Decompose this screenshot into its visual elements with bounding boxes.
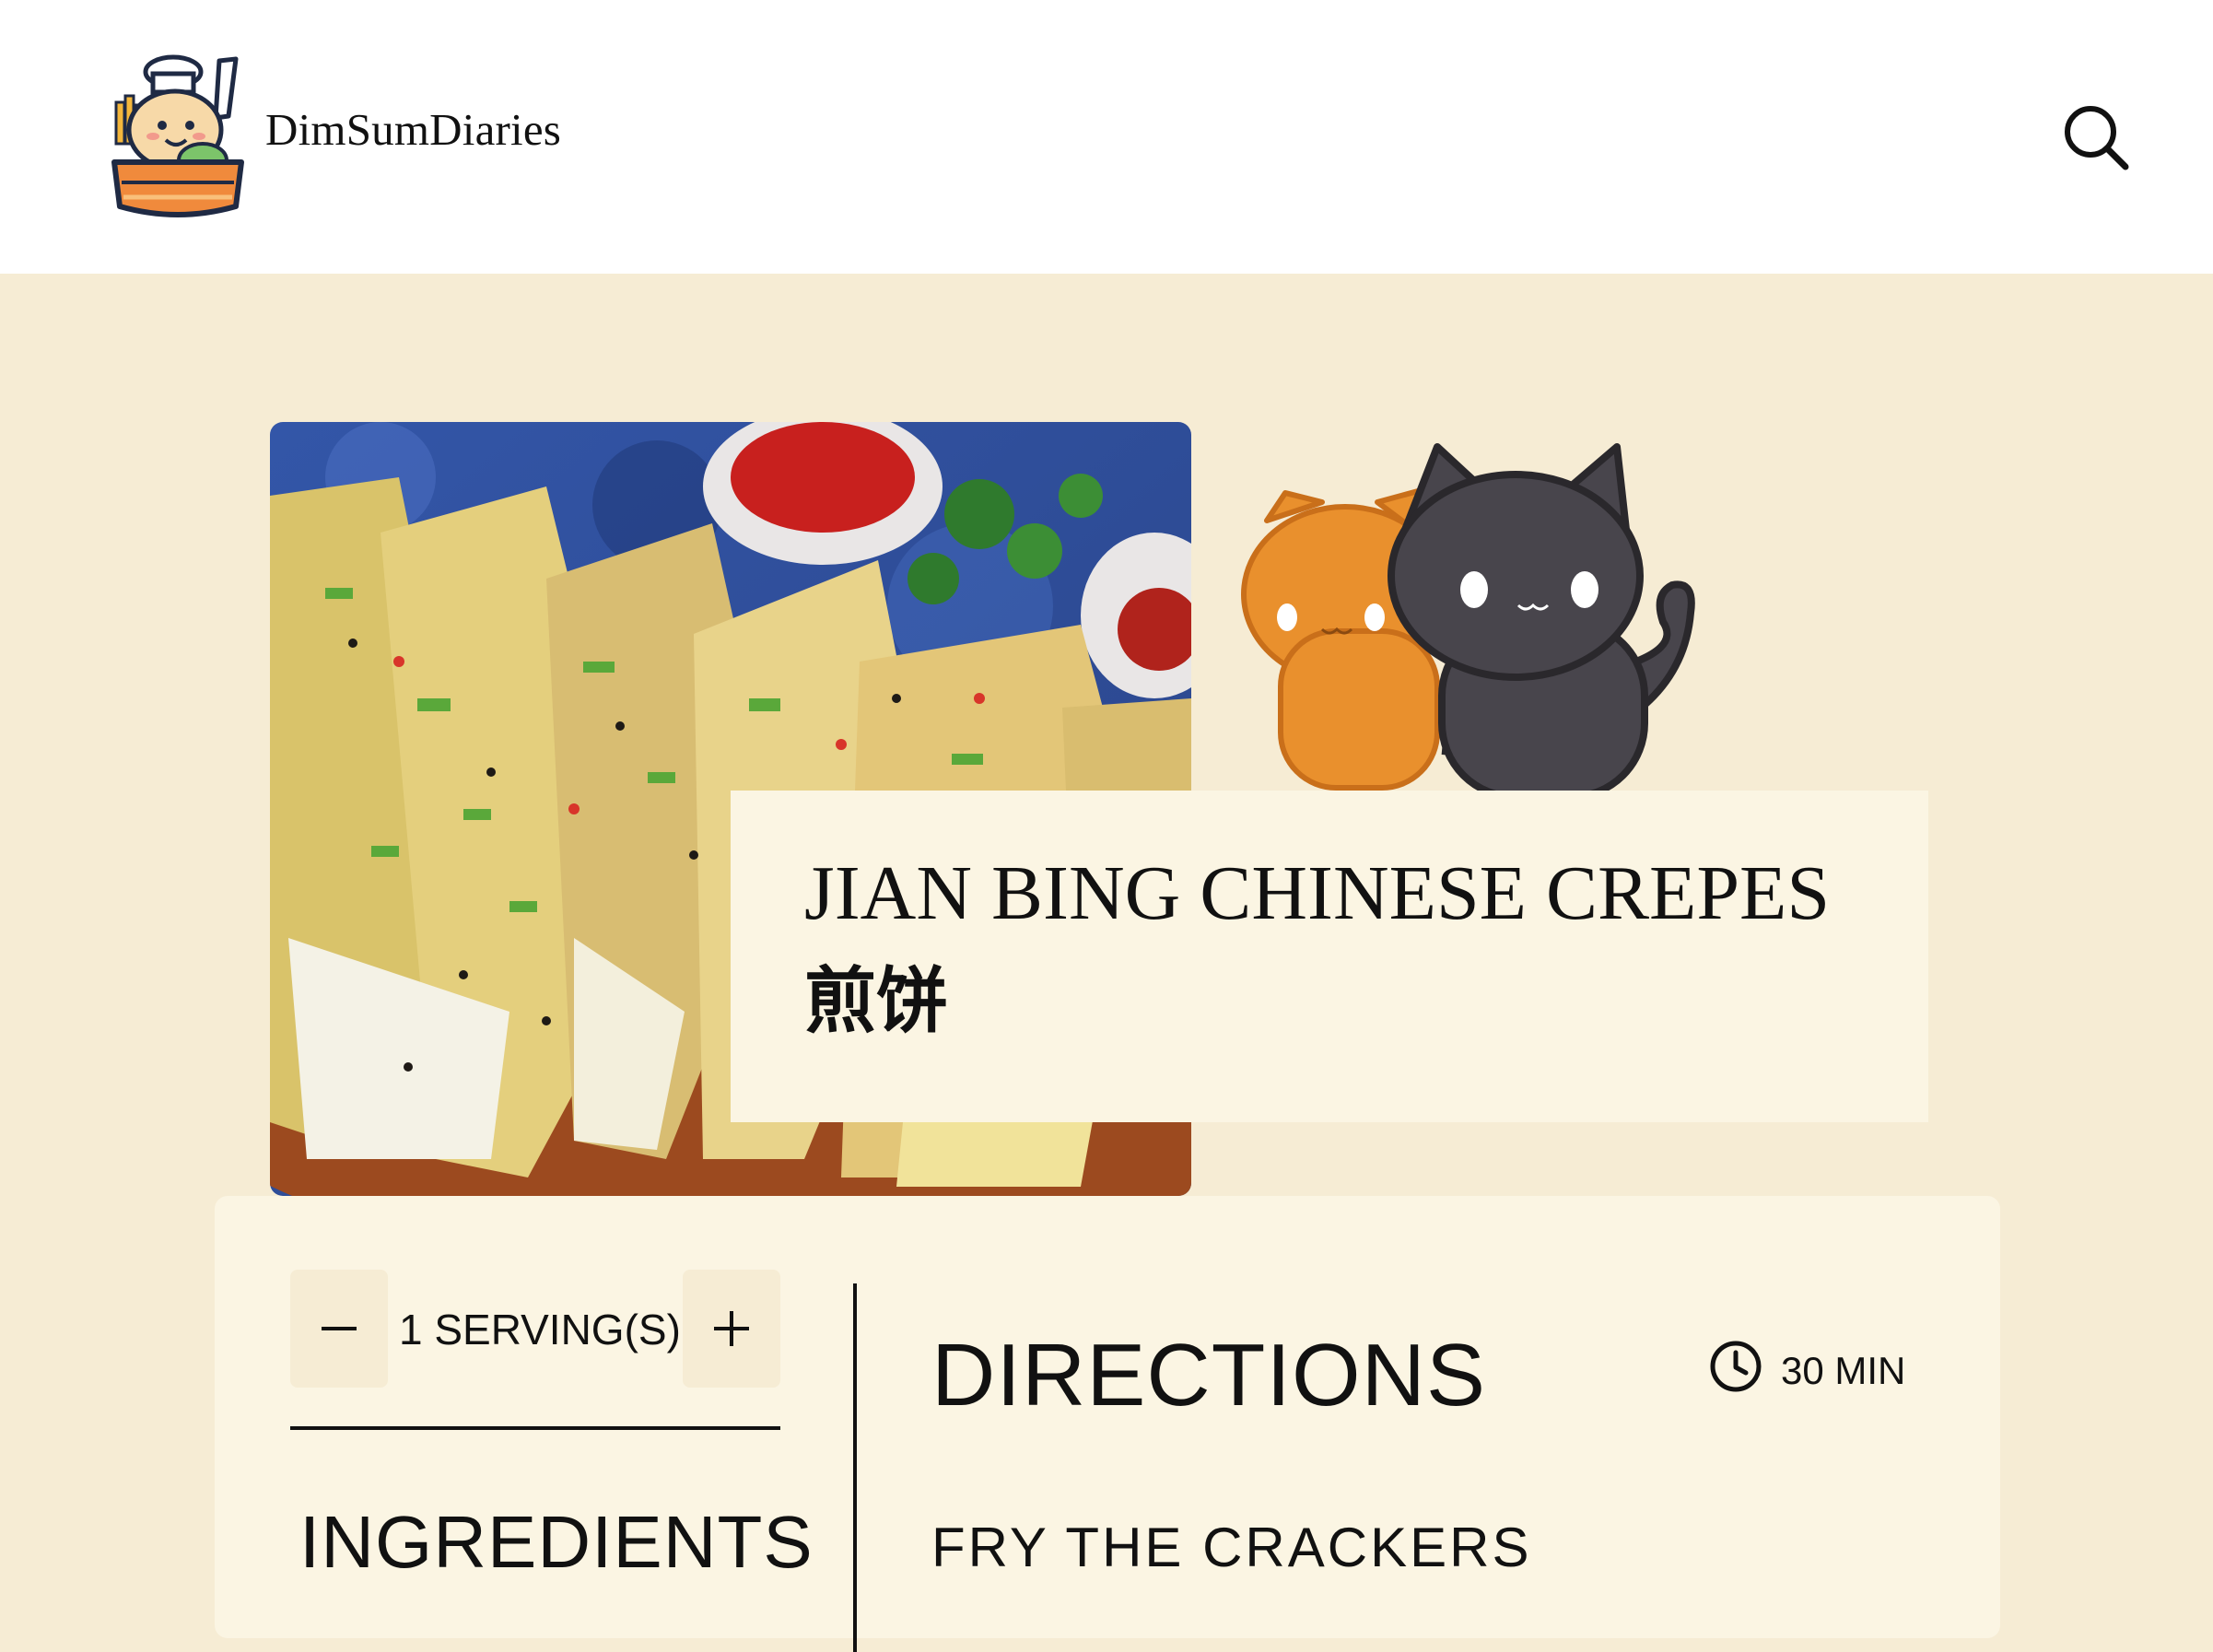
search-icon[interactable] bbox=[2060, 101, 2134, 175]
site-name[interactable]: DimSumDiaries bbox=[265, 103, 561, 156]
decrease-servings-button[interactable] bbox=[290, 1270, 388, 1388]
recipe-title: JIAN BING CHINESE CREPES bbox=[804, 850, 1831, 936]
two-cats-illustration bbox=[1230, 428, 1801, 815]
clock-icon bbox=[1709, 1340, 1762, 1393]
recipe-title-card: JIAN BING CHINESE CREPES 煎饼 bbox=[731, 791, 1928, 1122]
chef-dumpling-logo-icon[interactable] bbox=[109, 52, 247, 222]
step-heading: FRY THE CRACKERS bbox=[931, 1517, 1532, 1578]
site-header: DimSumDiaries bbox=[0, 0, 2213, 274]
recipe-title-chinese: 煎饼 bbox=[804, 959, 949, 1043]
directions-heading: DIRECTIONS bbox=[931, 1326, 1487, 1424]
recipe-details-card: 1 SERVING(S) INGREDIENTS DIRECTIONS 30 M… bbox=[215, 1196, 2000, 1652]
increase-servings-button[interactable] bbox=[683, 1270, 780, 1388]
column-divider bbox=[853, 1283, 857, 1652]
cook-time-label: 30 MIN bbox=[1781, 1349, 1906, 1392]
servings-divider bbox=[290, 1426, 780, 1430]
ingredients-heading: INGREDIENTS bbox=[299, 1501, 814, 1583]
servings-count: 1 SERVING(S) bbox=[399, 1306, 681, 1353]
